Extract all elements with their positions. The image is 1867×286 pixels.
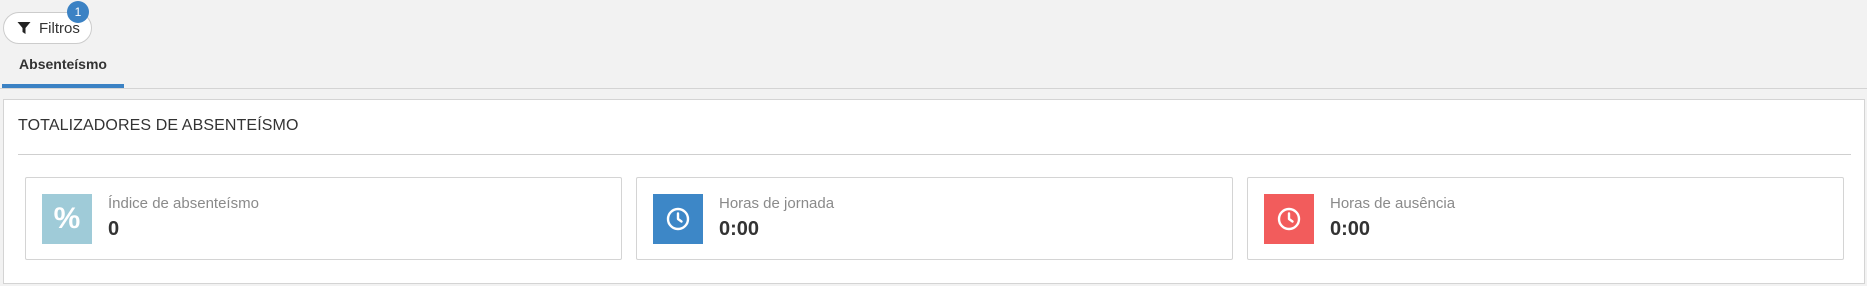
stat-card-value: 0:00 (719, 218, 760, 240)
stat-card-absenteeism-index: % Índice de absenteísmo 0 (25, 177, 622, 260)
tab-absenteismo[interactable]: Absenteísmo (2, 50, 124, 88)
panel-title: TOTALIZADORES DE ABSENTEÍSMO (18, 117, 299, 134)
totals-panel: TOTALIZADORES DE ABSENTEÍSMO % Índice de… (3, 99, 1865, 284)
tab-bar: Absenteísmo (0, 50, 1867, 89)
stat-card-label: Índice de absenteísmo (108, 195, 259, 212)
stat-card-label: Horas de ausência (1330, 195, 1456, 212)
filter-count-badge: 1 (67, 1, 89, 23)
clock-icon (653, 194, 703, 244)
clock-icon (1264, 194, 1314, 244)
stat-card-label: Horas de jornada (719, 195, 835, 212)
stat-card-value: 0 (108, 218, 120, 240)
filter-icon (17, 21, 31, 35)
percent-icon: % (42, 194, 92, 244)
panel-divider (18, 154, 1851, 155)
stat-card-work-hours: Horas de jornada 0:00 (636, 177, 1233, 260)
stat-card-absence-hours: Horas de ausência 0:00 (1247, 177, 1844, 260)
stat-card-value: 0:00 (1330, 218, 1371, 240)
